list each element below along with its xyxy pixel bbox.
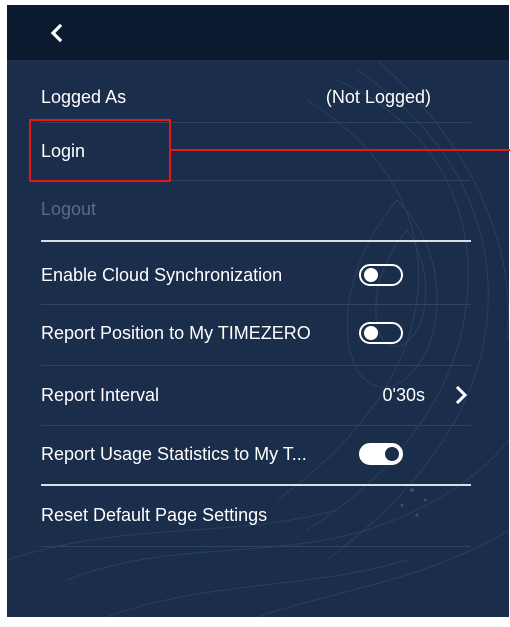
cloud-sync-toggle[interactable] <box>359 264 403 286</box>
report-position-label: Report Position to My TIMEZERO <box>41 322 311 343</box>
report-position-toggle[interactable] <box>359 322 403 344</box>
logged-as-value: (Not Logged) <box>325 86 431 107</box>
cloud-sync-label: Enable Cloud Synchronization <box>41 264 283 285</box>
cloud-sync-row: Enable Cloud Synchronization <box>41 246 471 304</box>
divider <box>41 546 471 547</box>
annotation-pointer-line <box>171 149 510 151</box>
report-interval-row[interactable]: Report Interval 0'30s <box>41 366 471 424</box>
toggle-knob <box>364 326 378 340</box>
chevron-right-icon <box>455 385 468 405</box>
usage-stats-toggle[interactable] <box>359 443 403 465</box>
report-interval-label: Report Interval <box>41 384 160 405</box>
section-divider <box>41 240 471 242</box>
report-interval-value: 0'30s <box>382 384 425 405</box>
reset-label: Reset Default Page Settings <box>41 504 268 525</box>
report-position-row: Report Position to My TIMEZERO <box>41 304 471 362</box>
settings-panel: Logged As (Not Logged) Login Logout Enab… <box>7 5 509 617</box>
chevron-left-icon <box>50 23 63 43</box>
login-label: Login <box>41 140 86 161</box>
logged-as-row: Logged As (Not Logged) <box>41 68 471 126</box>
toggle-knob <box>364 268 378 282</box>
login-row[interactable]: Login <box>41 122 471 180</box>
reset-row[interactable]: Reset Default Page Settings <box>41 486 471 544</box>
top-bar <box>7 5 509 60</box>
logged-as-label: Logged As <box>41 86 127 107</box>
usage-stats-label: Report Usage Statistics to My T... <box>41 443 307 464</box>
logout-label: Logout <box>41 198 97 219</box>
usage-stats-row: Report Usage Statistics to My T... <box>41 425 471 483</box>
toggle-knob <box>385 447 399 461</box>
logout-row: Logout <box>41 180 471 238</box>
back-button[interactable] <box>43 19 71 47</box>
